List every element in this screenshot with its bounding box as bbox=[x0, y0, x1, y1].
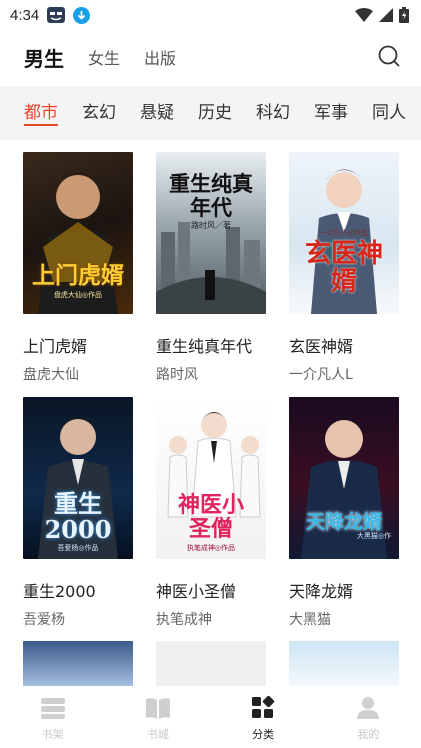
book-card[interactable]: 重生纯真年代 路时风／著 重生纯真年代 路时风 bbox=[156, 152, 266, 384]
nav-bookshelf[interactable]: 书架 bbox=[0, 686, 105, 748]
app-notification-icon bbox=[47, 7, 66, 23]
book-cover[interactable]: 天降龙婿 大黑猫◎作 bbox=[289, 397, 399, 559]
bottom-nav: 书架 书城 分类 我的 bbox=[0, 686, 421, 748]
cover-author: 一介凡人◎作品 bbox=[319, 229, 369, 237]
book-card[interactable]: 天降龙婿 大黑猫◎作 天降龙婿 大黑猫 bbox=[289, 397, 399, 629]
top-tab-bar: 男生 女生 出版 bbox=[0, 36, 421, 78]
status-time: 4:34 bbox=[10, 6, 40, 24]
download-icon bbox=[73, 6, 91, 24]
nav-label: 我的 bbox=[357, 728, 380, 741]
nav-profile[interactable]: 我的 bbox=[316, 686, 421, 748]
tab-female[interactable]: 女生 bbox=[88, 45, 120, 69]
cover-author: 路时风／著 bbox=[191, 221, 231, 230]
book-author: 盘虎大仙 bbox=[23, 367, 79, 383]
signal-icon bbox=[379, 8, 393, 22]
nav-label: 书架 bbox=[41, 728, 64, 741]
category-military[interactable]: 军事 bbox=[314, 86, 348, 140]
cover-author: 大黑猫◎作 bbox=[356, 532, 391, 540]
book-card[interactable]: 重生2000 吾爱杨◎作品 重生2000 吾爱杨 bbox=[23, 397, 133, 629]
status-bar: 4:34 bbox=[0, 0, 421, 30]
book-card[interactable]: 神医小圣僧 执笔成神◎作品 神医小圣僧 执笔成神 bbox=[156, 397, 266, 629]
tab-male[interactable]: 男生 bbox=[24, 43, 64, 72]
category-history[interactable]: 历史 bbox=[198, 86, 232, 140]
search-icon[interactable] bbox=[377, 44, 401, 68]
book-cover[interactable]: 玄医神婿 一介凡人◎作品 bbox=[289, 152, 399, 314]
category-fantasy[interactable]: 玄幻 bbox=[82, 86, 116, 140]
book-cover[interactable]: 上门虎婿 盘虎大仙◎作品 bbox=[23, 152, 133, 314]
cover-title: 玄医神婿 bbox=[304, 239, 383, 297]
book-cover[interactable] bbox=[23, 641, 133, 687]
book-card[interactable]: 玄医神婿 一介凡人◎作品 玄医神婿 一介凡人L bbox=[289, 152, 399, 384]
nav-label: 书城 bbox=[146, 728, 169, 741]
book-title[interactable]: 天降龙婿 bbox=[289, 578, 399, 602]
cover-title: 上门虎婿 bbox=[32, 262, 124, 289]
book-cover[interactable]: 重生2000 吾爱杨◎作品 bbox=[23, 397, 133, 559]
book-title[interactable]: 重生2000 bbox=[23, 578, 133, 602]
cover-author: 吾爱杨◎作品 bbox=[57, 544, 99, 552]
category-urban[interactable]: 都市 bbox=[24, 86, 58, 140]
tab-publish[interactable]: 出版 bbox=[144, 45, 176, 69]
cover-author: 盘虎大仙◎作品 bbox=[53, 291, 103, 299]
book-icon bbox=[145, 698, 170, 719]
category-fanfic[interactable]: 同人 bbox=[372, 86, 406, 140]
book-card[interactable] bbox=[23, 641, 133, 687]
book-author: 吾爱杨 bbox=[23, 612, 65, 628]
book-card[interactable] bbox=[289, 641, 399, 687]
book-title[interactable]: 玄医神婿 bbox=[289, 333, 399, 357]
category-icon bbox=[252, 696, 275, 718]
book-author: 执笔成神 bbox=[156, 612, 212, 628]
cover-title: 天降龙婿 bbox=[305, 511, 382, 533]
cover-author: 执笔成神◎作品 bbox=[186, 544, 236, 552]
battery-icon bbox=[399, 7, 409, 23]
nav-bookstore[interactable]: 书城 bbox=[105, 686, 210, 748]
book-card[interactable]: 上门虎婿 盘虎大仙◎作品 上门虎婿 盘虎大仙 bbox=[23, 152, 133, 384]
book-author: 大黑猫 bbox=[289, 612, 331, 628]
cover-title: 重生纯真年代 bbox=[169, 171, 253, 220]
cover-title: 重生2000 bbox=[44, 489, 112, 544]
wifi-icon bbox=[355, 8, 373, 22]
book-title[interactable]: 重生纯真年代 bbox=[156, 333, 266, 357]
cover-title: 神医小圣僧 bbox=[177, 492, 244, 542]
nav-label: 分类 bbox=[252, 728, 275, 741]
bookshelf-icon bbox=[40, 698, 65, 719]
category-strip: 都市 玄幻 悬疑 历史 科幻 军事 同人 bbox=[0, 86, 421, 140]
book-cover[interactable]: 神医小圣僧 执笔成神◎作品 bbox=[156, 397, 266, 559]
category-suspense[interactable]: 悬疑 bbox=[140, 86, 174, 140]
book-card[interactable] bbox=[156, 641, 266, 687]
category-scifi[interactable]: 科幻 bbox=[256, 86, 290, 140]
book-author: 一介凡人L bbox=[289, 367, 353, 383]
book-cover[interactable]: 重生纯真年代 路时风／著 bbox=[156, 152, 266, 314]
book-author: 路时风 bbox=[156, 367, 198, 383]
book-cover[interactable] bbox=[156, 641, 266, 687]
nav-category[interactable]: 分类 bbox=[211, 686, 316, 748]
book-cover[interactable] bbox=[289, 641, 399, 687]
book-title[interactable]: 神医小圣僧 bbox=[156, 578, 266, 602]
book-title[interactable]: 上门虎婿 bbox=[23, 333, 133, 357]
user-icon bbox=[357, 697, 380, 719]
